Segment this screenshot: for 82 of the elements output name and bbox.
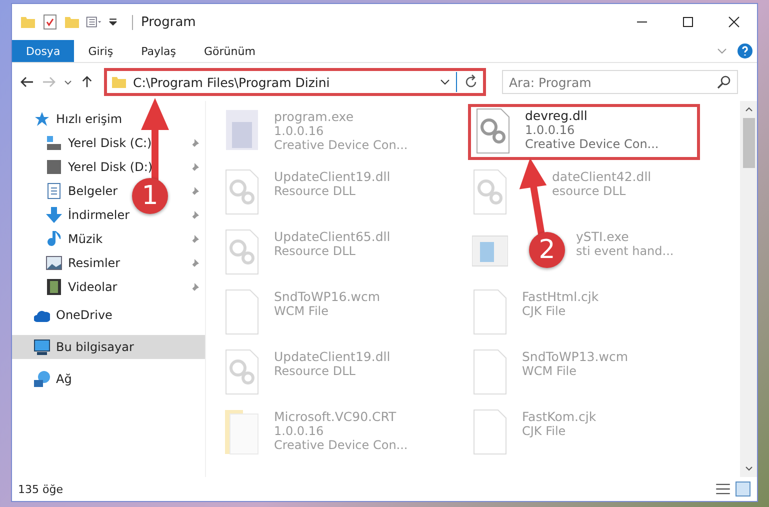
file-icon (224, 169, 260, 215)
back-icon[interactable] (20, 76, 34, 88)
file-detail: CJK File (522, 304, 566, 318)
ribbon-tab[interactable]: Giriş (74, 40, 128, 62)
sidebar-item[interactable]: Müzik (68, 232, 103, 246)
scroll-down-icon[interactable] (744, 466, 752, 471)
pin-icon[interactable] (190, 258, 199, 268)
sidebar-item[interactable]: İndirmeler (68, 208, 130, 222)
file-detail: Resource DLL (274, 364, 356, 378)
sidebar-icon (46, 159, 62, 175)
sidebar-icon (46, 279, 62, 295)
up-arrow-icon[interactable] (80, 76, 94, 88)
file-detail: esource DLL (552, 184, 626, 198)
search-field[interactable]: Ara: Program (502, 70, 738, 94)
file-icon (472, 349, 508, 395)
file-icon (224, 229, 260, 275)
chevron-icon[interactable] (440, 78, 450, 86)
sidebar-icon (34, 111, 50, 127)
search-icon (717, 75, 731, 89)
sidebar-item[interactable]: Ağ (56, 372, 72, 386)
file-detail: Resource DLL (274, 244, 356, 258)
pin-icon[interactable] (190, 282, 199, 292)
sidebar-item[interactable]: Hızlı erişim (56, 112, 122, 126)
file-detail: sti event hand... (576, 244, 674, 258)
window-title: Program (132, 14, 196, 30)
details-view-icon[interactable] (715, 481, 731, 497)
sidebar-icon (46, 231, 62, 247)
file-icon (224, 289, 260, 335)
pin-icon[interactable] (190, 210, 199, 220)
address-bar[interactable]: C:\Program Files\Program Dizini (104, 68, 486, 96)
pin-icon[interactable] (190, 138, 199, 148)
chevron-icon[interactable] (64, 80, 72, 84)
sidebar-icon (46, 207, 62, 223)
sidebar-item[interactable]: Yerel Disk (C:) (68, 136, 152, 150)
file-detail: WCM File (522, 364, 576, 378)
sidebar-icon (34, 371, 50, 387)
pin-icon[interactable] (190, 186, 199, 196)
tiles-view-icon[interactable] (735, 481, 751, 497)
item-count: 135 öğe (18, 482, 63, 496)
sidebar-icon (46, 255, 62, 271)
file-icon (224, 349, 260, 395)
file-icon (472, 409, 508, 455)
file-detail: Creative Device Con... (525, 137, 659, 151)
file-detail: CJK File (522, 424, 566, 438)
properties-icon[interactable] (42, 14, 58, 30)
sidebar-icon (46, 135, 62, 151)
file-detail: Creative Device Con... (274, 138, 408, 152)
sidebar-item[interactable]: OneDrive (56, 308, 112, 322)
help-icon[interactable] (737, 43, 753, 59)
ribbon-tab[interactable]: Paylaş (127, 40, 190, 62)
address-path: C:\Program Files\Program Dizini (133, 74, 331, 90)
scroll-thumb[interactable] (742, 118, 754, 168)
caret-icon[interactable] (108, 18, 118, 26)
sidebar-item[interactable]: Bu bilgisayar (56, 340, 134, 354)
refresh-icon[interactable] (463, 74, 479, 90)
file-icon (472, 169, 508, 215)
file-detail: WCM File (274, 304, 328, 318)
file-icon (224, 409, 260, 455)
maximize-icon[interactable] (682, 16, 694, 28)
file-name[interactable]: devreg.dll (525, 108, 588, 123)
file-detail: 1.0.0.16 (525, 123, 575, 137)
close-icon[interactable] (728, 16, 740, 28)
scroll-up-icon[interactable] (744, 107, 752, 112)
ribbon-tab[interactable]: Dosya (12, 40, 74, 62)
file-detail: 1.0.0.16 (274, 424, 324, 438)
sidebar-item[interactable]: Resimler (68, 256, 120, 270)
sidebar-item[interactable]: Yerel Disk (D:) (68, 160, 153, 174)
file-detail: Creative Device Con... (274, 438, 408, 452)
view-list-icon[interactable] (86, 14, 102, 30)
sidebar-item[interactable]: Videolar (68, 280, 118, 294)
file-icon (475, 108, 511, 154)
pin-icon[interactable] (190, 234, 199, 244)
file-detail: 1.0.0.16 (274, 124, 324, 138)
pin-icon[interactable] (190, 162, 199, 172)
file-icon (472, 289, 508, 335)
ribbon-tab[interactable]: Görünüm (190, 40, 270, 62)
file-detail: Resource DLL (274, 184, 356, 198)
sidebar-icon (46, 183, 62, 199)
sidebar-item[interactable]: Belgeler (68, 184, 118, 198)
selected-row-highlight[interactable]: Bu bilgisayar (12, 335, 205, 359)
sidebar-icon (34, 339, 50, 355)
folder-icon (111, 74, 127, 90)
